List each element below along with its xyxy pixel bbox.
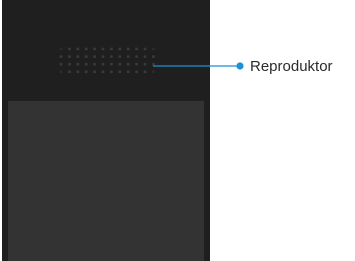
- callout-dot: [236, 62, 244, 70]
- speaker-callout-label: Reproduktor: [250, 58, 333, 75]
- callout-leader: [153, 62, 244, 70]
